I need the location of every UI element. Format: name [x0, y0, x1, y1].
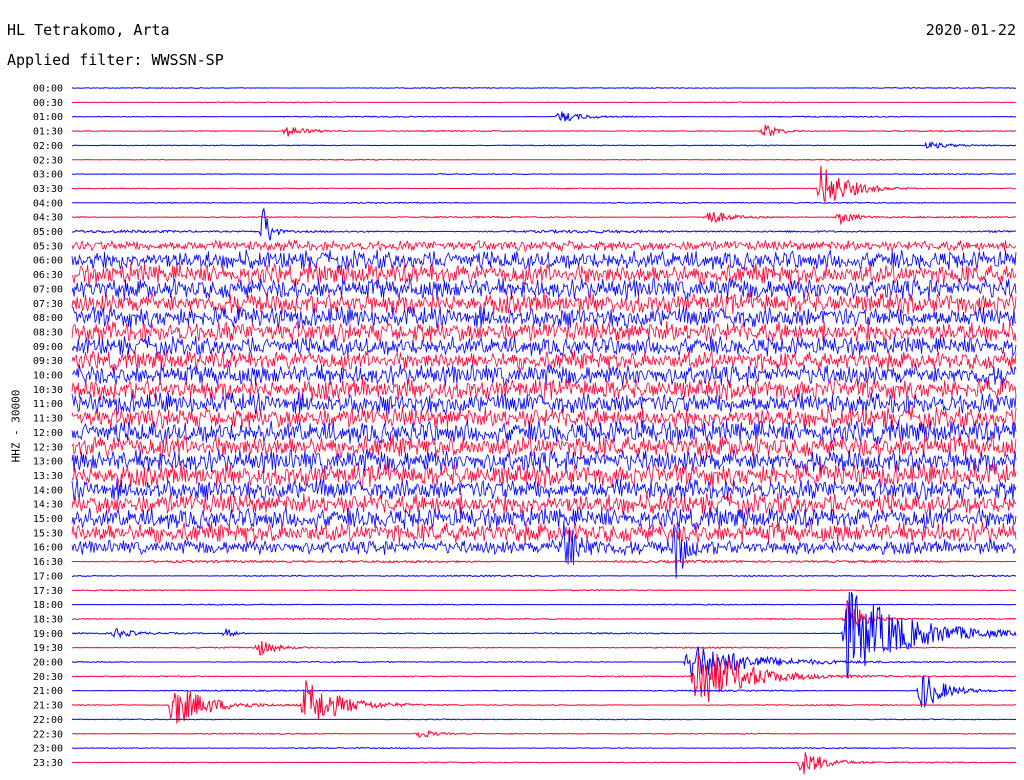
- trace-row: [71, 752, 1017, 775]
- row-time-label: 20:30: [33, 672, 63, 683]
- row-time-label: 11:30: [33, 414, 63, 425]
- trace-row: [71, 406, 1017, 430]
- row-time-label: 01:00: [33, 112, 63, 123]
- trace-row: [71, 589, 1017, 592]
- row-time-label: 02:30: [33, 155, 63, 166]
- trace-row: [71, 101, 1017, 104]
- trace-row: [71, 124, 1017, 137]
- row-time-label: 23:30: [33, 758, 63, 769]
- row-time-label: 01:30: [33, 127, 63, 138]
- trace-row: [71, 506, 1017, 530]
- row-time-label: 17:00: [33, 571, 63, 582]
- row-time-label: 00:30: [33, 98, 63, 109]
- row-time-label: 14:30: [33, 500, 63, 511]
- row-time-label: 21:30: [33, 701, 63, 712]
- trace-row: [71, 349, 1017, 372]
- row-time-label: 22:00: [33, 715, 63, 726]
- row-time-label: 12:30: [33, 442, 63, 453]
- row-time-label: 08:00: [33, 313, 63, 324]
- trace-row: [71, 718, 1017, 721]
- row-time-label: 23:00: [33, 744, 63, 755]
- trace-row: [71, 603, 1016, 606]
- row-time-label: 21:00: [33, 686, 63, 697]
- trace-row: [71, 377, 1017, 402]
- row-time-label: 13:00: [33, 457, 63, 468]
- trace-row: [71, 477, 1017, 502]
- row-time-label: 05:00: [33, 227, 63, 238]
- trace-row: [72, 158, 1017, 161]
- row-time-label: 11:00: [33, 399, 63, 410]
- trace-row: [72, 111, 1016, 122]
- trace-row: [71, 173, 1017, 176]
- row-time-label: 08:30: [33, 327, 63, 338]
- trace-row: [71, 462, 1017, 489]
- trace-row: [72, 729, 1017, 739]
- row-time-label: 20:00: [33, 658, 63, 669]
- trace-row: [71, 574, 1017, 578]
- trace-row: [71, 746, 1016, 750]
- trace-row: [71, 165, 1017, 203]
- row-time-label: 09:30: [33, 356, 63, 367]
- trace-row: [71, 335, 1017, 358]
- trace-row: [71, 238, 1017, 253]
- row-time-label: 16:30: [33, 557, 63, 568]
- row-time-label: 06:00: [33, 256, 63, 267]
- trace-row: [71, 262, 1017, 287]
- trace-row: [71, 559, 1016, 564]
- trace-row: [71, 140, 1017, 149]
- row-time-label: 16:00: [33, 543, 63, 554]
- trace-row: [71, 492, 1017, 515]
- trace-row: [71, 680, 1017, 724]
- row-time-label: 03:30: [33, 184, 63, 195]
- trace-row: [71, 520, 1017, 545]
- trace-row: [71, 448, 1017, 474]
- row-time-label: 06:30: [33, 270, 63, 281]
- row-time-label: 18:00: [33, 600, 63, 611]
- trace-row: [71, 87, 1017, 89]
- row-time-label: 18:30: [33, 614, 63, 625]
- row-time-label: 17:30: [33, 586, 63, 597]
- trace-row: [72, 201, 1017, 205]
- row-time-label: 12:00: [33, 428, 63, 439]
- trace-row: [71, 207, 1017, 241]
- trace-row: [71, 291, 1017, 316]
- trace-row: [71, 675, 1017, 709]
- row-time-label: 02:00: [33, 141, 63, 152]
- row-time-label: 10:30: [33, 385, 63, 396]
- row-time-label: 00:00: [33, 84, 63, 95]
- row-time-label: 04:00: [33, 198, 63, 209]
- row-time-label: 10:00: [33, 371, 63, 382]
- row-time-label: 09:00: [33, 342, 63, 353]
- trace-row: [71, 211, 1017, 226]
- trace-row: [71, 434, 1017, 460]
- row-time-label: 19:00: [33, 629, 63, 640]
- row-time-label: 04:30: [33, 213, 63, 224]
- trace-row: [71, 652, 1017, 702]
- row-time-label: 14:00: [33, 485, 63, 496]
- row-time-label: 13:30: [33, 471, 63, 482]
- row-time-label: 07:30: [33, 299, 63, 310]
- row-time-label: 22:30: [33, 729, 63, 740]
- row-time-label: 15:30: [33, 528, 63, 539]
- row-time-label: 05:30: [33, 241, 63, 252]
- row-time-label: 03:00: [33, 170, 63, 181]
- row-time-label: 19:30: [33, 643, 63, 654]
- seismogram-plot: 00:00 00:30 01:00 01:30 02:00 02:30 03:00 03:30…: [33, 84, 1017, 775]
- row-time-label: 15:00: [33, 514, 63, 525]
- row-time-label: 07:00: [33, 284, 63, 295]
- trace-row: [71, 419, 1017, 445]
